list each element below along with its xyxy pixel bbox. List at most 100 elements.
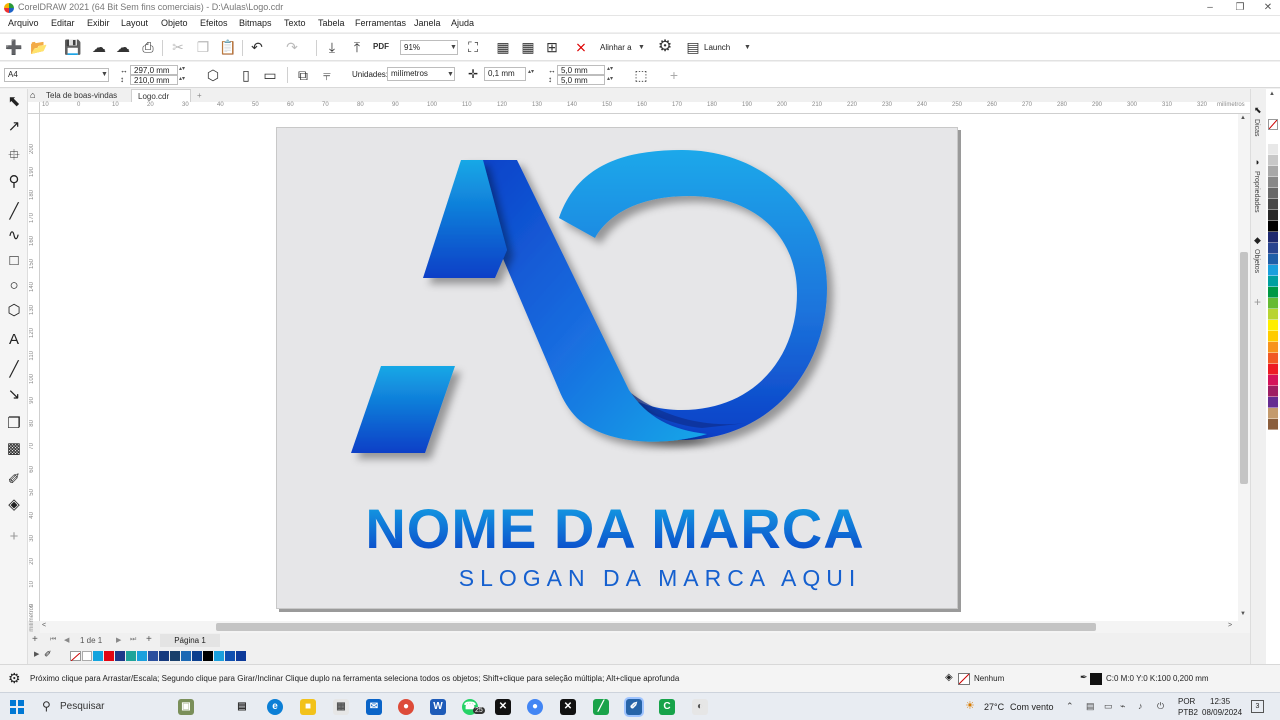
home-icon[interactable]: ⌂	[30, 90, 35, 100]
dup-y-spin-icon[interactable]: ▴▾	[607, 75, 613, 82]
launch-label[interactable]: Launch	[704, 43, 730, 52]
outline-color-swatch[interactable]	[1090, 673, 1102, 685]
launch-icon[interactable]: ▤	[684, 38, 702, 56]
palette-swatch[interactable]	[1268, 375, 1278, 386]
nudge-spin-icon[interactable]: ▴▾	[528, 68, 534, 75]
menu-ajuda[interactable]: Ajuda	[451, 18, 474, 28]
print-icon[interactable]: ⎙	[139, 38, 157, 56]
palette-swatch[interactable]	[1268, 364, 1278, 375]
palette-swatch[interactable]	[1268, 342, 1278, 353]
doc-palette-swatch[interactable]	[126, 651, 136, 661]
width-spin-icon[interactable]: ▴▾	[179, 65, 185, 72]
mail-icon[interactable]: ✉	[366, 699, 382, 715]
doc-palette-swatch[interactable]	[104, 651, 114, 661]
first-page-icon[interactable]: ⏮	[50, 636, 56, 644]
word-icon[interactable]: W	[430, 699, 446, 715]
new-tab-button[interactable]: +	[191, 89, 208, 102]
palette-swatch[interactable]	[1268, 177, 1278, 188]
vertical-scroll-thumb[interactable]	[1240, 252, 1248, 484]
height-spin-icon[interactable]: ▴▾	[179, 75, 185, 82]
palette-swatch[interactable]	[1268, 254, 1278, 265]
chrome-icon[interactable]: ●	[398, 699, 414, 715]
brand-name-text[interactable]: NOME DA MARCA	[365, 497, 864, 560]
align-dropdown-icon[interactable]: ▼	[638, 44, 645, 51]
undo-icon[interactable]: ↶	[248, 38, 266, 56]
green-app-icon[interactable]: ╱	[593, 699, 609, 715]
interactive-fill-icon[interactable]: ◈	[4, 495, 24, 515]
rectangle-tool-icon[interactable]: □	[4, 251, 24, 271]
page-size-dropdown-icon[interactable]: ▼	[101, 71, 108, 78]
drop-shadow-icon[interactable]: ❐	[4, 414, 24, 434]
add-tool-icon[interactable]: +	[4, 527, 24, 547]
doc-palette-swatch[interactable]	[236, 651, 246, 661]
language-code[interactable]: POR	[1178, 697, 1195, 706]
docker-tab-propriedades[interactable]: Propriedades	[1253, 171, 1260, 213]
transparency-tool-icon[interactable]: ▩	[4, 439, 24, 459]
taskbar-widget-icon[interactable]: ▣	[178, 699, 194, 715]
docker-tab-objetos[interactable]: Objetos	[1253, 249, 1260, 273]
clock-date[interactable]: 08/09/2024	[1202, 708, 1242, 717]
docker-tab-dicas[interactable]: Dicas	[1253, 119, 1260, 137]
battery-icon[interactable]: ▭	[1104, 701, 1113, 712]
launch-dropdown-icon[interactable]: ▼	[744, 44, 751, 51]
pick-tool-icon[interactable]: ⬉	[4, 92, 24, 112]
palette-swatch[interactable]	[1268, 221, 1278, 232]
frame-icon[interactable]: ⬚	[632, 66, 650, 84]
units-select[interactable]: milímetros	[387, 67, 455, 81]
duplicate-y-field[interactable]: 5,0 mm	[557, 75, 605, 85]
notification-center-icon[interactable]: 3	[1251, 700, 1264, 713]
logo-left-bottom-piece[interactable]	[351, 366, 455, 453]
shape-tool-icon[interactable]: ↗	[4, 117, 24, 137]
prev-page-icon[interactable]: ◀	[64, 636, 69, 644]
palette-swatch[interactable]	[1268, 265, 1278, 276]
duplicate-x-field[interactable]: 5,0 mm	[557, 65, 605, 75]
open-folder-icon[interactable]: 📂	[30, 38, 48, 56]
polygon-tool-icon[interactable]: ⬡	[4, 301, 24, 321]
pdf-export-icon[interactable]: PDF	[372, 38, 390, 56]
grid-icon[interactable]: ▦	[519, 38, 537, 56]
import-icon[interactable]: ⤓	[323, 38, 341, 56]
zoom-tool-icon[interactable]: ⚲	[4, 172, 24, 192]
copy-icon[interactable]: ❐	[194, 38, 212, 56]
menu-editar[interactable]: Editar	[51, 18, 75, 28]
horizontal-ruler[interactable]: 10 0 10 20 30 40 50 60 70 80 90 100 110 120 130 140 150 1…	[40, 102, 1250, 114]
clock-time[interactable]: 12:35	[1210, 697, 1230, 706]
export-icon[interactable]: ⤒	[348, 38, 366, 56]
nudge-distance-field[interactable]: 0,1 mm	[484, 67, 526, 81]
doc-no-color-swatch[interactable]	[70, 651, 81, 662]
status-settings-gear-icon[interactable]: ⚙	[8, 670, 21, 687]
search-icon[interactable]: ⚲	[42, 699, 51, 713]
horizontal-scroll-thumb[interactable]	[216, 623, 1096, 631]
close-button[interactable]: ✕	[1256, 0, 1280, 16]
scroll-right-icon[interactable]: >	[1228, 622, 1232, 629]
doc-palette-swatch[interactable]	[159, 651, 169, 661]
ruler-origin[interactable]	[28, 102, 40, 114]
horizontal-scrollbar[interactable]: < >	[40, 621, 1250, 633]
page-width-field[interactable]: 297,0 mm	[130, 65, 178, 75]
new-document-icon[interactable]: ➕	[5, 38, 23, 56]
palette-swatch[interactable]	[1268, 155, 1278, 166]
add-docker-icon[interactable]: +	[1254, 295, 1261, 309]
slogan-text[interactable]: SLOGAN DA MARCA AQUI	[459, 565, 861, 591]
windows-start-icon[interactable]	[10, 700, 24, 714]
task-view-icon[interactable]: ▤	[234, 699, 250, 715]
drawing-canvas[interactable]: NOME DA MARCA SLOGAN DA MARCA AQUI	[40, 114, 1238, 621]
network-icon[interactable]: ▤	[1086, 701, 1095, 712]
palette-swatch[interactable]	[1268, 287, 1278, 298]
align-to-label[interactable]: Alinhar a	[600, 43, 632, 52]
palette-swatch[interactable]	[1268, 199, 1278, 210]
text-tool-icon[interactable]: A	[4, 330, 24, 350]
palette-swatch[interactable]	[1268, 232, 1278, 243]
palette-swatch[interactable]	[1268, 276, 1278, 287]
all-pages-icon[interactable]: ⬡	[204, 66, 222, 84]
ellipse-tool-icon[interactable]: ○	[4, 276, 24, 296]
page-layout-icon[interactable]: ⧉	[294, 66, 312, 84]
page-tab-1[interactable]: Página 1	[160, 634, 220, 647]
palette-swatch[interactable]	[1268, 210, 1278, 221]
fill-none-swatch[interactable]	[958, 673, 970, 685]
weather-text[interactable]: Com vento	[1010, 702, 1054, 712]
vertical-ruler[interactable]: 200 190 180 170 160 150 140 130 120 110 100 90 80 70 6…	[28, 114, 40, 632]
objects-icon[interactable]: ◆	[1254, 235, 1261, 246]
save-icon[interactable]: 💾	[64, 38, 82, 56]
menu-arquivo[interactable]: Arquivo	[8, 18, 39, 28]
